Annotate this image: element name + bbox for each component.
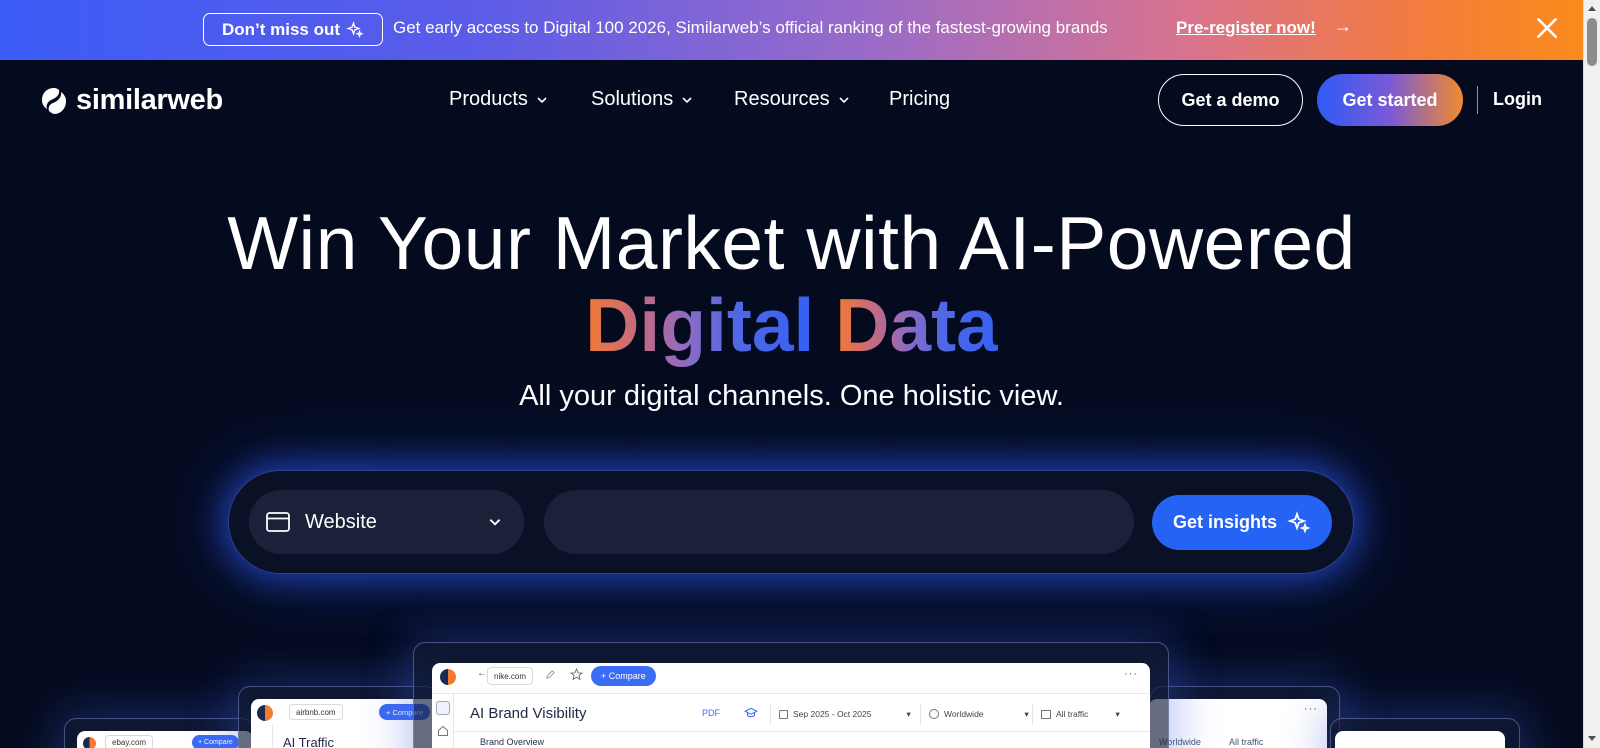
hero-title-highlight: Digital Data	[0, 282, 1583, 368]
preview-panel-center: ← nike.com + Compare ··· AI Brand Visibi…	[413, 642, 1169, 748]
pdf-export: PDF	[702, 708, 720, 718]
similarweb-mini-logo-icon	[83, 737, 96, 748]
preview-domain-tab: ebay.com	[105, 735, 154, 748]
preview-center-app: ← nike.com + Compare ··· AI Brand Visibi…	[432, 663, 1150, 748]
preview-title: AI Traffic	[283, 735, 335, 748]
nav-pricing[interactable]: Pricing	[889, 88, 950, 111]
announcement-banner: Don’t miss out Get early access to Digit…	[0, 0, 1583, 60]
brand-name: similarweb	[76, 84, 223, 116]
nav-products[interactable]: Products	[449, 88, 548, 111]
preview-sidebar	[251, 725, 273, 748]
date-range-value: Sep 2025 - Oct 2025	[793, 709, 872, 719]
chevron-down-icon	[537, 96, 547, 103]
preview-section-title: Brand Overview	[480, 737, 545, 747]
nav-pricing-label: Pricing	[889, 88, 951, 110]
banner-pill-label: Don’t miss out	[221, 19, 341, 39]
traffic-value: All traffic	[1056, 709, 1089, 719]
page-scrollbar[interactable]	[1583, 0, 1600, 748]
star-icon	[570, 668, 583, 681]
nav-solutions-label: Solutions	[591, 88, 674, 110]
region-value: Worldwide	[944, 709, 984, 719]
dont-miss-out-pill[interactable]: Don’t miss out	[203, 13, 383, 46]
close-icon[interactable]	[1534, 15, 1560, 41]
edit-pencil-icon	[546, 670, 555, 679]
nav-divider	[1477, 86, 1478, 114]
caret-down-icon: ▾	[906, 708, 911, 719]
ai-assistant-icon	[436, 701, 450, 715]
back-arrow-icon: ←	[477, 668, 487, 679]
sparkle-icon	[346, 20, 364, 38]
date-range-filter: Sep 2025 - Oct 2025 ▾	[770, 703, 911, 725]
similarweb-mini-logo-icon	[440, 669, 456, 685]
get-started-button[interactable]: Get started	[1317, 74, 1463, 126]
preview-title: AI Brand Visibility	[470, 705, 587, 722]
get-a-demo-button[interactable]: Get a demo	[1158, 74, 1303, 126]
arrow-right-icon[interactable]: →	[1334, 16, 1352, 37]
sparkle-icon	[1287, 510, 1311, 534]
more-options-icon: ···	[1124, 668, 1138, 680]
traffic-filter: All traffic ▾	[1032, 703, 1120, 725]
preview-far-left-app: ebay.com + Compare	[77, 731, 253, 748]
banner-text: Get early access to Digital 100 2026, Si…	[393, 18, 1108, 37]
login-link[interactable]: Login	[1493, 89, 1542, 110]
preview-panel-far-left: ebay.com + Compare	[64, 718, 254, 748]
get-insights-label: Get insights	[1172, 512, 1277, 532]
nav-products-label: Products	[449, 88, 528, 110]
similarweb-logo[interactable]: similarweb	[40, 84, 223, 117]
chevron-down-icon	[839, 96, 849, 103]
hero-highlight-word-2: Data	[835, 283, 998, 367]
preview-divider	[454, 731, 1150, 732]
nav-resources[interactable]: Resources	[734, 88, 850, 111]
scroll-down-arrow-icon[interactable]	[1588, 736, 1596, 741]
chevron-down-icon	[489, 519, 501, 526]
preview-far-right-app	[1335, 731, 1505, 748]
similarweb-mini-logo-icon	[257, 705, 273, 721]
nav-resources-label: Resources	[734, 88, 830, 110]
home-icon	[438, 725, 448, 736]
preview-compare-button: + Compare	[591, 666, 656, 686]
caret-down-icon: ▾	[1024, 708, 1029, 719]
search-input[interactable]	[544, 490, 1134, 554]
preview-divider	[432, 693, 1150, 694]
preview-domain-tab: nike.com	[487, 667, 534, 685]
search-type-selected: Website	[305, 510, 377, 533]
graduation-cap-icon	[744, 707, 758, 718]
preview-traffic: All traffic	[1229, 737, 1264, 747]
preview-panel-far-right	[1330, 718, 1520, 748]
calendar-icon	[779, 709, 788, 719]
scroll-thumb[interactable]	[1587, 18, 1597, 66]
similarweb-logo-icon	[42, 87, 66, 114]
hero-highlight-word-1: Digital	[585, 283, 815, 367]
preview-panel-right: ··· Worldwide All traffic	[1149, 686, 1340, 748]
search-type-select[interactable]: Website	[249, 490, 524, 554]
region-filter: Worldwide ▾	[920, 703, 1029, 725]
get-insights-button[interactable]: Get insights	[1152, 495, 1332, 550]
nav-solutions[interactable]: Solutions	[591, 88, 693, 111]
scroll-up-arrow-icon[interactable]	[1588, 6, 1596, 11]
hero-subtitle: All your digital channels. One holistic …	[519, 380, 1064, 412]
globe-icon	[929, 709, 939, 719]
preview-right-app: ··· Worldwide All traffic	[1149, 699, 1327, 748]
more-options-icon: ···	[1304, 703, 1318, 715]
preview-panel-left: airbnb.com + Compare AI Traffic	[238, 686, 441, 748]
traffic-icon	[1041, 709, 1051, 719]
preview-domain-tab: airbnb.com	[289, 704, 343, 720]
chevron-down-icon	[682, 96, 692, 103]
caret-down-icon: ▾	[1115, 708, 1120, 719]
preview-compare-button: + Compare	[192, 735, 239, 748]
browser-window-icon	[266, 512, 290, 532]
hero-title: Win Your Market with AI-Powered	[227, 201, 1356, 285]
pre-register-link[interactable]: Pre-register now!	[1176, 18, 1316, 38]
